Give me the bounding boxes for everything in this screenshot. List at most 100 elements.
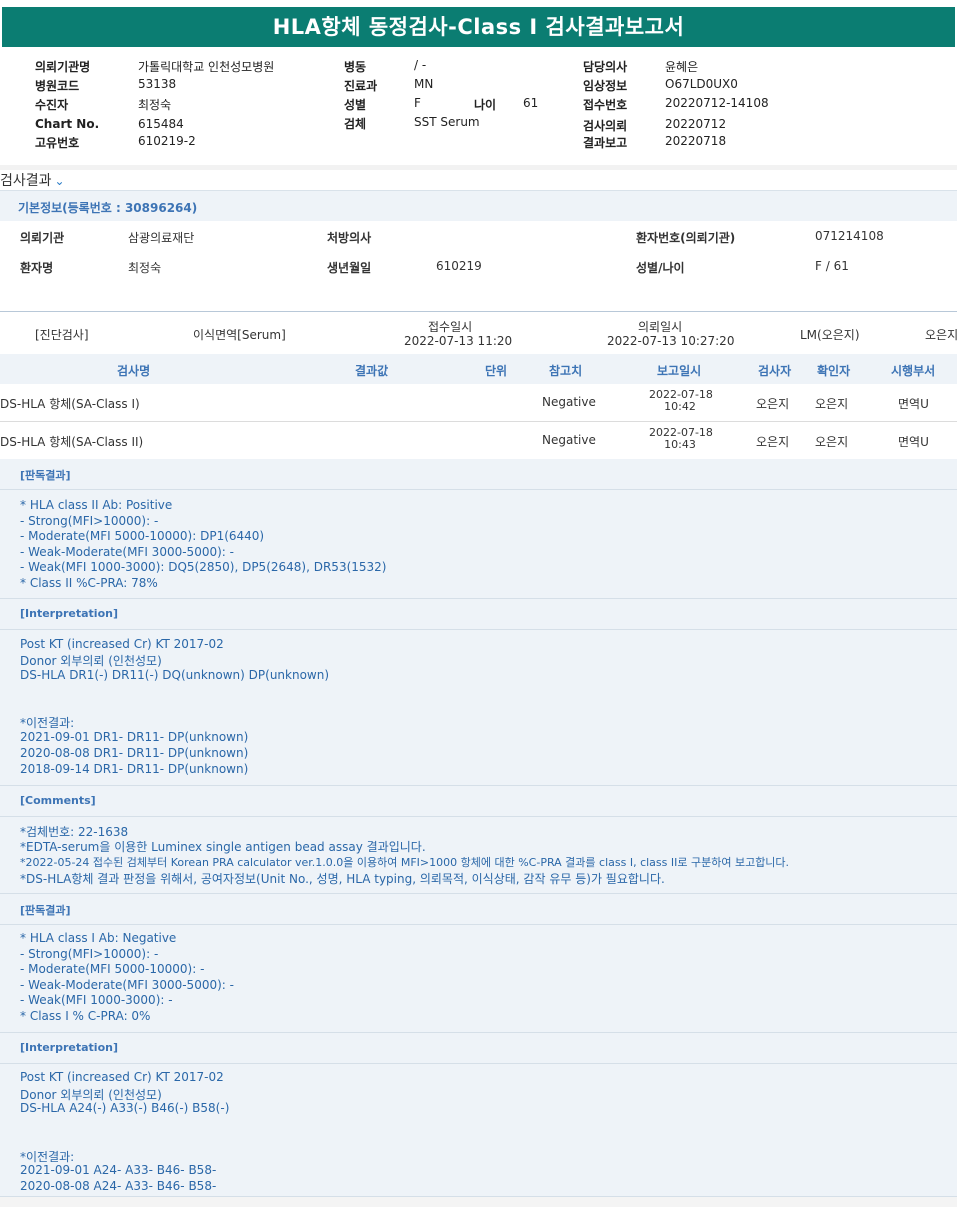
section-header-interpretation-2: [Interpretation]	[0, 1033, 957, 1064]
row-dept: 면역U	[898, 435, 929, 449]
col-test-name: 검사명	[117, 364, 151, 378]
row-reference: Negative	[542, 395, 596, 409]
report-title: HLA항체 동정검사-Class I 검사결과보고서	[2, 7, 955, 47]
info-label-birth: 생년월일	[327, 261, 372, 275]
hdr-value-clinical-info: O67LD0UX0	[665, 77, 738, 91]
hdr-value-hospital-code: 53138	[138, 77, 177, 91]
text-line: 2021-09-01 DR1- DR11- DP(unknown)	[20, 730, 249, 744]
text-line: 2020-08-08 A24- A33- B46- B58-	[20, 1179, 217, 1193]
results-table-header: 검사명 결과값 단위 참고치 보고일시 검사자 확인자 시행부서	[0, 354, 957, 385]
col-unit: 단위	[485, 364, 508, 378]
row-test-name: DS-HLA 항체(SA-Class II)	[0, 435, 144, 449]
hdr-label-report-date: 결과보고	[583, 136, 628, 150]
text-line: * Class II %C-PRA: 78%	[20, 576, 158, 590]
order-row[interactable]: [진단검사] 이식면역[Serum] 접수일시 2022-07-13 11:20…	[0, 312, 957, 355]
row-tester: 오은지	[756, 397, 790, 411]
order-requested-value: 2022-07-13 10:27:20	[607, 334, 735, 348]
hdr-label-unique-no: 고유번호	[35, 136, 80, 150]
row-report-time: 10:43	[664, 438, 696, 451]
hdr-label-dept: 진료과	[344, 79, 378, 93]
hdr-value-dept: MN	[414, 77, 434, 91]
text-line: - Weak-Moderate(MFI 3000-5000): -	[20, 978, 234, 992]
page-bottom	[0, 1196, 957, 1207]
hdr-label-request-date: 검사의뢰	[583, 119, 628, 133]
text-line: *EDTA-serum을 이용한 Luminex single antigen …	[20, 840, 426, 854]
order-received-value: 2022-07-13 11:20	[404, 334, 513, 348]
info-value-org: 삼광의료재단	[128, 231, 195, 245]
text-line: * HLA class II Ab: Positive	[20, 498, 173, 512]
report-header-info: 의뢰기관명 가톨릭대학교 인천성모병원 병원코드 53138 수진자 최정숙 C…	[0, 55, 957, 165]
text-line: 2020-08-08 DR1- DR11- DP(unknown)	[20, 746, 249, 760]
text-line: DS-HLA DR1(-) DR11(-) DQ(unknown) DP(unk…	[20, 668, 330, 682]
row-reference: Negative	[542, 433, 596, 447]
text-line: *2022-05-24 접수된 검체부터 Korean PRA calculat…	[20, 856, 790, 869]
spacer	[0, 281, 957, 312]
hdr-value-age: 61	[523, 96, 539, 110]
hdr-value-request-date: 20220712	[665, 117, 727, 131]
col-tester: 검사자	[758, 364, 792, 378]
text-line: Post KT (increased Cr) KT 2017-02	[20, 1070, 224, 1084]
hdr-label-org: 의뢰기관명	[35, 60, 91, 74]
section-header-comments: [Comments]	[0, 786, 957, 817]
text-line: * HLA class I Ab: Negative	[20, 931, 177, 945]
order-staff: 오은지	[925, 328, 957, 342]
section-header-interpretation-1: [Interpretation]	[0, 599, 957, 630]
section-title: [판독결과]	[20, 904, 71, 917]
order-dept: [진단검사]	[35, 328, 89, 342]
row-report-time: 10:42	[664, 400, 696, 413]
col-report-date: 보고일시	[657, 364, 702, 378]
col-result: 결과값	[355, 364, 389, 378]
info-value-patient-id: 071214108	[815, 229, 884, 243]
info-label-org: 의뢰기관	[20, 231, 65, 245]
report-banner: HLA항체 동정검사-Class I 검사결과보고서	[0, 0, 957, 55]
table-row[interactable]: DS-HLA 항체(SA-Class II) Negative 2022-07-…	[0, 422, 957, 460]
section-title: [Interpretation]	[20, 1041, 118, 1054]
col-reference: 참고치	[549, 364, 583, 378]
row-report-datetime: 2022-07-18 10:43	[649, 427, 713, 451]
text-line: Donor 외부의뢰 (인천성모)	[20, 654, 162, 668]
hdr-value-specimen: SST Serum	[414, 115, 480, 129]
text-line: DS-HLA A24(-) A33(-) B46(-) B58(-)	[20, 1101, 230, 1115]
col-checker: 확인자	[817, 364, 851, 378]
order-specimen: 이식면역[Serum]	[193, 328, 286, 342]
section-body-comments: *검체번호: 22-1638 *EDTA-serum을 이용한 Luminex …	[0, 817, 957, 894]
row-tester: 오은지	[756, 435, 790, 449]
hdr-value-unique-no: 610219-2	[138, 134, 196, 148]
hdr-value-receipt-no: 20220712-14108	[665, 96, 769, 110]
text-line: - Moderate(MFI 5000-10000): DP1(6440)	[20, 529, 265, 543]
hdr-value-patient: 최정숙	[138, 98, 172, 112]
results-tab[interactable]: 검사결과 ⌄	[0, 170, 65, 190]
hdr-value-org: 가톨릭대학교 인천성모병원	[138, 60, 275, 74]
hdr-label-patient: 수진자	[35, 98, 69, 112]
table-row[interactable]: DS-HLA 항체(SA-Class I) Negative 2022-07-1…	[0, 384, 957, 422]
row-test-name: DS-HLA 항체(SA-Class I)	[0, 397, 140, 411]
hdr-label-physician: 담당의사	[583, 60, 628, 74]
section-body-reading-2: * HLA class I Ab: Negative - Strong(MFI>…	[0, 925, 957, 1033]
text-line: - Strong(MFI>10000): -	[20, 947, 159, 961]
section-body-reading-1: * HLA class II Ab: Positive - Strong(MFI…	[0, 490, 957, 599]
hdr-label-clinical-info: 임상정보	[583, 79, 628, 93]
info-label-sex-age: 성별/나이	[636, 261, 685, 275]
text-line: * Class I % C-PRA: 0%	[20, 1009, 151, 1023]
row-report-datetime: 2022-07-18 10:42	[649, 389, 713, 413]
basic-info-header: 기본정보(등록번호 : 30896264)	[0, 190, 957, 222]
section-title: [Comments]	[20, 794, 96, 807]
basic-info-row-2: 환자명 최정숙 생년월일 610219 성별/나이 F / 61	[0, 251, 957, 282]
section-header-reading-1: [판독결과]	[0, 459, 957, 490]
section-header-reading-2: [판독결과]	[0, 894, 957, 925]
col-dept: 시행부서	[891, 364, 936, 378]
hdr-label-age: 나이	[474, 98, 497, 112]
hdr-label-specimen: 검체	[344, 117, 367, 131]
chevron-down-icon[interactable]: ⌄	[55, 174, 65, 188]
info-value-name: 최정숙	[128, 261, 162, 275]
hdr-label-ward: 병동	[344, 60, 367, 74]
row-checker: 오은지	[815, 397, 849, 411]
row-dept: 면역U	[898, 397, 929, 411]
hdr-value-chart-no: 615484	[138, 117, 184, 131]
order-requested-label: 의뢰일시	[638, 320, 683, 334]
text-line: *DS-HLA항체 결과 판정을 위해서, 공여자정보(Unit No., 성명…	[20, 872, 665, 886]
order-received-label: 접수일시	[428, 320, 473, 334]
order-lm: LM(오은지)	[800, 328, 860, 342]
info-label-doctor: 처방의사	[327, 231, 372, 245]
info-label-patient-id: 환자번호(의뢰기관)	[636, 231, 736, 245]
